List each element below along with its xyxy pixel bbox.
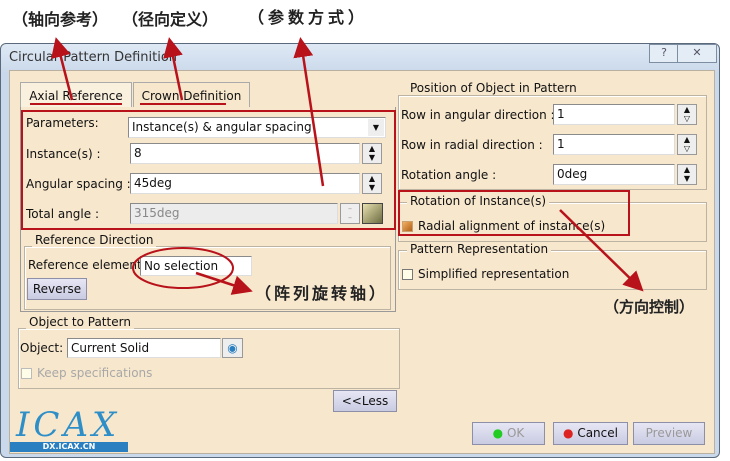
annotation-arrows (30, 37, 644, 295)
arrow-radial (163, 37, 184, 101)
annotation-ellipse (132, 247, 234, 289)
arrow-params (293, 37, 325, 187)
arrow-axial (51, 37, 74, 101)
arrow-direction (559, 209, 644, 292)
